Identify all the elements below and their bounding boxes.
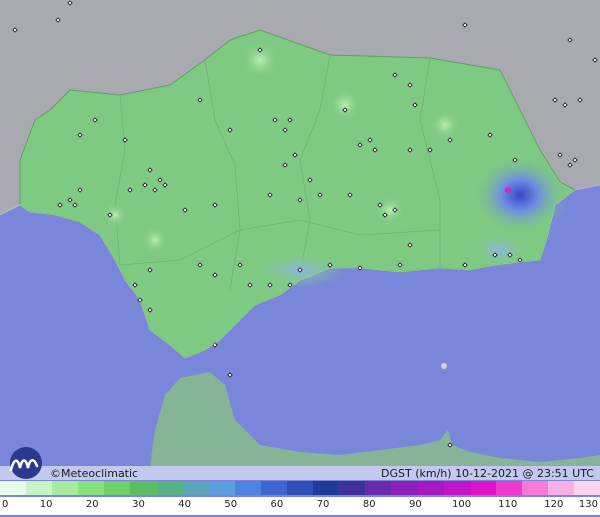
scale-cell	[417, 481, 444, 495]
map-title: DGST (km/h) 10-12-2021 @ 23:51 UTC	[381, 467, 594, 480]
scale-tick-label: 120	[544, 499, 564, 510]
scale-cell	[234, 481, 261, 495]
scale-cell	[365, 481, 392, 495]
scale-tick-label: 50	[224, 499, 238, 510]
coastal-gust-area	[470, 232, 530, 268]
variable-label: DGST (km/h)	[381, 467, 452, 480]
light-area	[141, 226, 169, 254]
scale-tick-label: 60	[270, 499, 284, 510]
timestamp-label: 10-12-2021 @ 23:51 UTC	[455, 467, 594, 480]
scale-cell	[469, 481, 496, 495]
scale-cell	[104, 481, 131, 495]
scale-cell	[78, 481, 105, 495]
scale-tick-label: 80	[362, 499, 376, 510]
scale-tick-label: 0	[2, 499, 9, 510]
scale-tick-label: 100	[451, 499, 472, 510]
scale-tick-label: 130	[578, 499, 598, 510]
scale-tick-label: 10	[39, 499, 53, 510]
meteoclimatic-logo	[9, 447, 42, 479]
scale-cell	[26, 481, 53, 495]
light-area	[430, 110, 460, 140]
wind-gust-map	[0, 0, 600, 517]
scale-cell	[547, 481, 575, 495]
max-gust-area	[472, 155, 568, 235]
scale-tick-label: 90	[409, 499, 422, 510]
scale-cell	[495, 481, 522, 495]
scale-cell	[339, 481, 366, 495]
brand-text: ©Meteoclimatic	[50, 467, 139, 480]
scale-tick-label: 70	[316, 499, 330, 510]
scale-tick-label: 40	[178, 499, 191, 510]
scale-cell	[130, 481, 157, 495]
scale-cell	[0, 481, 27, 495]
scale-cell	[287, 481, 314, 495]
scale-cell	[574, 481, 600, 495]
light-area	[376, 196, 404, 224]
scale-cell	[208, 481, 235, 495]
scale-cell	[443, 481, 470, 495]
scale-cell	[391, 481, 418, 495]
light-area	[103, 203, 127, 227]
scale-cell	[182, 481, 209, 495]
island	[441, 363, 447, 369]
scale-cell	[52, 481, 79, 495]
scale-cell	[156, 481, 183, 495]
scale-ticks: 0 10 20 30 40 50 60 70 80 90 100 110 120 130	[0, 497, 600, 515]
scale-tick-label: 110	[498, 499, 518, 510]
scale-cell	[313, 481, 340, 495]
scale-tick-label: 20	[85, 499, 99, 510]
max-gust-point	[505, 187, 511, 193]
color-scale	[0, 481, 600, 495]
light-area	[329, 89, 361, 121]
scale-cell	[260, 481, 288, 495]
scale-cell	[521, 481, 548, 495]
scale-tick-label: 30	[132, 499, 145, 510]
